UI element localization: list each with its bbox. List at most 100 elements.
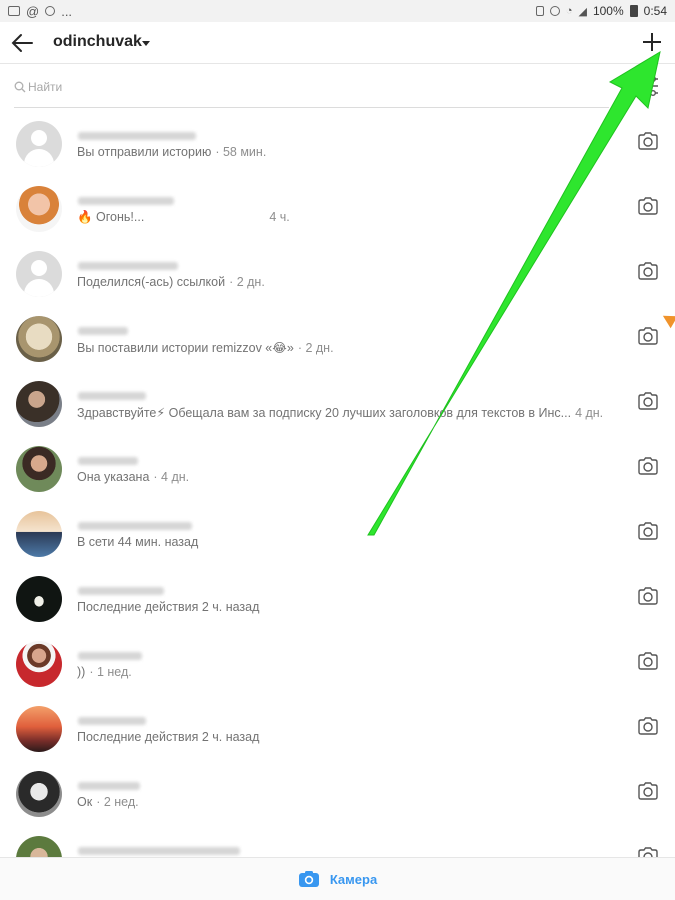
signal-icon: ◢ [578,5,587,18]
avatar[interactable] [16,121,62,167]
header: odinchuvak [0,22,675,64]
message-text: Последние действия 2 ч. назад [77,730,260,744]
username-blurred [78,132,196,140]
camera-icon[interactable] [637,456,659,476]
conversation-row[interactable]: Последние действия 2 ч. назад [0,565,675,630]
conversation-row[interactable]: Вы отправили историю · 58 мин. [0,110,675,175]
avatar[interactable] [16,446,62,492]
avatar[interactable] [16,836,62,857]
message-time: · 4 дн. [153,470,190,484]
status-bar-notifications: @ ... [8,4,72,19]
new-message-plus-icon[interactable] [642,32,662,52]
conversation-row[interactable]: Здравствуйте⚡ Обещала вам за подписку 20… [0,370,675,435]
message-text: Последние действия 2 ч. назад [77,600,260,614]
avatar[interactable] [16,706,62,752]
camera-icon[interactable] [637,651,659,671]
message-preview: 🔥 Огонь!... 4 ч. [77,210,617,225]
at-icon: @ [26,3,40,19]
username-blurred [78,262,178,270]
camera-icon[interactable] [637,846,659,857]
username-blurred [78,847,240,855]
message-text: )) [77,665,86,679]
message-text: 🔥 Огонь!... [77,210,145,224]
conversation-list[interactable]: Вы отправили историю · 58 мин. 🔥 Огонь!...… [0,110,675,857]
message-time: · 2 нед. [96,795,139,809]
battery-icon [629,5,638,17]
camera-icon[interactable] [637,131,659,151]
camera-icon[interactable] [637,196,659,216]
camera-icon[interactable] [637,521,659,541]
wifi-icon: ◔ [565,5,573,17]
avatar[interactable] [16,771,62,817]
message-time: · 2 дн. [297,341,334,355]
filter-settings-icon[interactable] [640,73,660,99]
message-text: Поделился(-ась) ссылкой [77,275,226,289]
camera-icon[interactable] [637,586,659,606]
search-icon [14,81,26,93]
camera-icon[interactable] [637,391,659,411]
alarm-icon [549,6,560,16]
conversation-row[interactable]: )) · 1 нед. [0,630,675,695]
message-text: Она указана [77,470,150,484]
avatar[interactable] [16,641,62,687]
status-bar: @ ... ◔ ◢ 100% 0:54 [0,0,675,22]
message-preview: Последние действия 2 ч. назад [77,730,617,744]
message-preview: В сети 44 мин. назад [77,535,617,549]
message-preview: )) · 1 нед. [77,665,617,679]
message-preview: Здравствуйте⚡ Обещала вам за подписку 20… [77,405,617,420]
camera-icon[interactable] [637,326,659,346]
username-blurred [78,327,128,335]
username-blurred [78,457,138,465]
account-switcher[interactable]: odinchuvak [53,33,142,51]
avatar[interactable] [16,251,62,297]
username-blurred [78,652,142,660]
conversation-row[interactable]: Поделился(-ась) ссылкой · 2 дн. [0,240,675,305]
back-arrow-icon[interactable] [10,32,34,54]
chevron-down-icon[interactable] [142,41,150,46]
message-preview: Она указана · 4 дн. [77,470,617,484]
message-time: · 58 мин. [215,145,267,159]
nfc-icon [535,6,544,16]
message-preview: Ок · 2 нед. [77,795,617,809]
conversation-row[interactable]: В сети 44 мин. назад [0,500,675,565]
message-preview: Вы отправили историю · 58 мин. [77,145,617,159]
image-icon [8,6,20,16]
battery-percent: 100% [592,4,624,18]
conversation-row[interactable]: 🔥 Огонь!... 4 ч. [0,175,675,240]
status-bar-system: ◔ ◢ 100% 0:54 [535,4,667,18]
message-preview: Последние действия 2 ч. назад [77,600,617,614]
conversation-row[interactable]: Последние действия 2 ч. назад [0,695,675,760]
notification-icon [45,6,56,16]
message-text: Вы отправили историю [77,145,212,159]
message-time: · 2 дн. [229,275,265,289]
search-bar [14,73,609,108]
camera-icon[interactable] [637,781,659,801]
message-text: В сети 44 мин. назад [77,535,199,549]
search-input[interactable] [28,77,588,97]
username-blurred [78,587,164,595]
conversation-row[interactable] [0,825,675,857]
camera-icon[interactable] [637,716,659,736]
avatar[interactable] [16,576,62,622]
avatar[interactable] [16,316,62,362]
message-text: Вы поставили истории remizzov «😂» [77,341,294,355]
conversation-row[interactable]: Она указана · 4 дн. [0,435,675,500]
message-time: 4 ч. [269,210,290,224]
username-blurred [78,197,174,205]
clock: 0:54 [643,4,667,18]
message-text: Ок [77,795,93,809]
username-blurred [78,522,192,530]
avatar[interactable] [16,511,62,557]
search-underline [14,107,609,108]
conversation-row[interactable]: Вы поставили истории remizzov «😂» · 2 дн. [0,305,675,370]
avatar[interactable] [16,186,62,232]
username-blurred [78,717,146,725]
camera-label: Камера [329,871,378,887]
message-preview: Поделился(-ась) ссылкой · 2 дн. [77,275,617,289]
camera-button[interactable]: Камера [0,857,675,900]
camera-icon [298,871,319,887]
avatar[interactable] [16,381,62,427]
conversation-row[interactable]: Ок · 2 нед. [0,760,675,825]
camera-icon[interactable] [637,261,659,281]
username-blurred [78,392,146,400]
